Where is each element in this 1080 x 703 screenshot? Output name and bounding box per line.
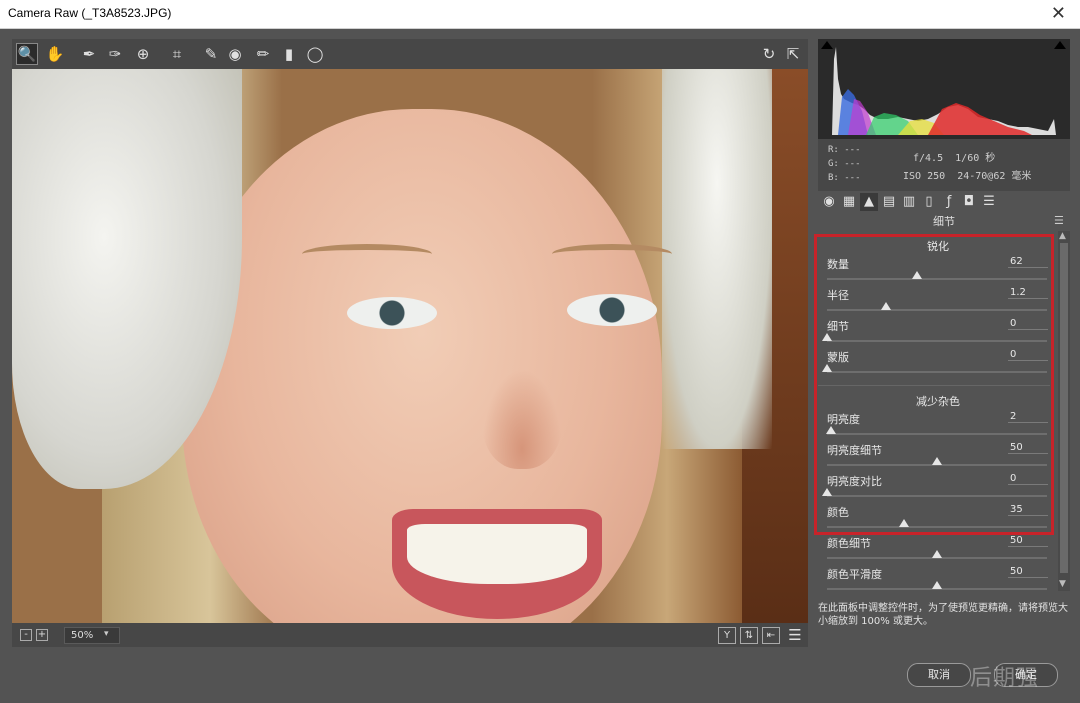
color-detail-label: 颜色细节 [827, 537, 871, 550]
g-value: --- [844, 159, 861, 169]
panel-menu-icon[interactable]: ☰ [1054, 214, 1064, 227]
swap-settings-icon[interactable]: ⇅ [740, 627, 758, 644]
eye-right [567, 294, 657, 326]
zoom-out-button[interactable]: - [20, 629, 32, 641]
hand-icon[interactable]: ✋ [44, 43, 66, 65]
lens-corrections-tab-icon[interactable]: ▯ [920, 193, 938, 211]
tone-curve-tab-icon[interactable]: ▦ [840, 193, 858, 211]
radial-filter-icon[interactable]: ◯ [304, 43, 326, 65]
color-smoothness-label: 颜色平滑度 [827, 568, 882, 581]
histogram-red [928, 103, 1032, 135]
crop-icon[interactable]: ⌗ [166, 43, 188, 65]
image-info: R: --- G: --- B: --- f/4.5 1/60 秒 ISO 25… [818, 139, 1070, 191]
shadow-clipping-icon[interactable] [821, 41, 833, 49]
detail-tab-icon[interactable]: ▲ [860, 193, 878, 211]
panel-tabs: ◉ ▦ ▲ ▤ ▥ ▯ ƒ ◘ ☰ [818, 191, 1070, 213]
bonnet-right [662, 69, 772, 449]
hsl-tab-icon[interactable]: ▤ [880, 193, 898, 211]
image-preview[interactable] [12, 69, 808, 623]
color-smoothness-value[interactable]: 50 [1008, 566, 1048, 578]
split-toning-tab-icon[interactable]: ▥ [900, 193, 918, 211]
r-value: --- [844, 145, 861, 155]
white-balance-icon[interactable]: ✒ [78, 43, 100, 65]
rotate-icon[interactable]: ↻ [758, 43, 780, 65]
graduated-filter-icon[interactable]: ▮ [278, 43, 300, 65]
panel-scrollbar[interactable]: ▲ ▼ [1058, 231, 1070, 591]
color-smoothness-slider-thumb[interactable] [932, 581, 942, 589]
lens: 24-70@62 毫米 [957, 171, 1032, 182]
b-label: B: [828, 173, 839, 183]
nose [482, 369, 562, 469]
camera-calibration-tab-icon[interactable]: ◘ [960, 193, 978, 211]
spot-removal-icon[interactable]: ✎ [200, 43, 222, 65]
basic-tab-icon[interactable]: ◉ [820, 193, 838, 211]
brush-icon[interactable]: ✏ [252, 43, 274, 65]
histogram-graph [828, 47, 1056, 135]
scroll-down-icon[interactable]: ▼ [1059, 579, 1066, 589]
zoom-in-button[interactable]: + [36, 629, 48, 641]
scrollbar-thumb[interactable] [1060, 243, 1068, 573]
aperture: f/4.5 [913, 153, 944, 164]
presets-tab-icon[interactable]: ☰ [980, 193, 998, 211]
copy-settings-icon[interactable]: ⇤ [762, 627, 780, 644]
fullscreen-icon[interactable]: ⇱ [782, 43, 804, 65]
targeted-adjustment-icon[interactable]: ⊕ [132, 43, 154, 65]
before-after-view-icon[interactable]: Y [718, 627, 736, 644]
cancel-button[interactable]: 取消 [907, 663, 971, 687]
shutter-speed: 1/60 秒 [955, 153, 996, 164]
color-sampler-icon[interactable]: ✑ [104, 43, 126, 65]
b-value: --- [844, 173, 861, 183]
color-detail-slider-thumb[interactable] [932, 550, 942, 558]
g-label: G: [828, 159, 839, 169]
eye-left [347, 297, 437, 329]
r-label: R: [828, 145, 839, 155]
eyebrow-right [552, 244, 672, 264]
watermark-logo: 后期强 [970, 666, 1040, 691]
scroll-up-icon[interactable]: ▲ [1059, 231, 1066, 241]
close-icon[interactable]: ✕ [1051, 3, 1066, 24]
color-detail-value[interactable]: 50 [1008, 535, 1048, 547]
effects-tab-icon[interactable]: ƒ [940, 193, 958, 211]
histogram [818, 39, 1070, 139]
chevron-down-icon[interactable]: ▾ [104, 627, 116, 642]
eyebrow-left [302, 244, 432, 264]
iso: ISO 250 [903, 171, 946, 182]
panel-title: 细节 [933, 215, 955, 228]
highlight-clipping-icon[interactable] [1054, 41, 1066, 49]
zoom-icon[interactable]: 🔍 [16, 43, 38, 65]
teeth [407, 524, 587, 584]
window-titlebar: Camera Raw (_T3A8523.JPG) ✕ [0, 0, 1080, 29]
window-title: Camera Raw (_T3A8523.JPG) [8, 6, 172, 20]
annotation-highlight-box [814, 234, 1054, 535]
panel-hint: 在此面板中调整控件时，为了使预览更精确，请将预览大小缩放到 100% 或更大。 [818, 603, 1068, 627]
preview-preferences-icon[interactable]: ☰ [784, 624, 806, 646]
toolbar: 🔍 ✋ ✒ ✑ ⊕ ⌗ ✎ ◉ ✏ ▮ ◯ ↻ ⇱ [12, 39, 808, 69]
preview-statusbar: - + 50% ▾ Y ⇅ ⇤ ☰ [12, 623, 808, 647]
red-eye-icon[interactable]: ◉ [224, 43, 246, 65]
